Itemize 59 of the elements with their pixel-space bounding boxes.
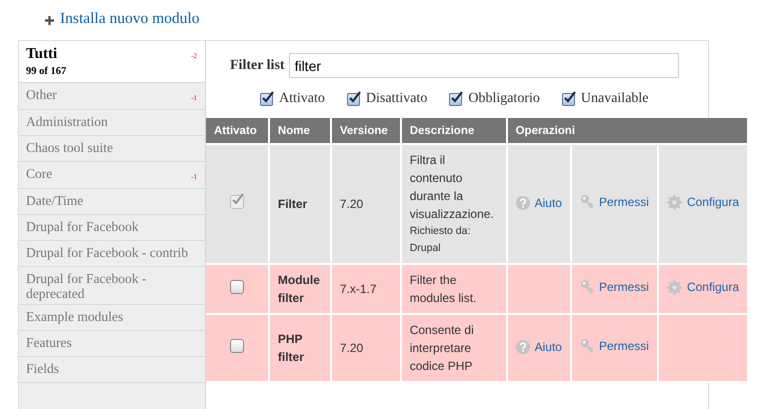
module-version: 7.x-1.7 (340, 282, 377, 296)
category-tab[interactable]: Example modules (19, 305, 205, 331)
module-version: 7.20 (340, 197, 364, 211)
category-label: Administration (26, 114, 108, 129)
category-tab[interactable]: Administration (19, 110, 205, 136)
key-icon (580, 338, 594, 354)
module-count: 99 of 167 (26, 65, 66, 79)
category-label: Drupal for Facebook - deprecated (26, 271, 148, 301)
category-tab[interactable]: Drupal for Facebook (19, 215, 205, 241)
module-name: Module filter (278, 273, 320, 305)
category-label: Chaos tool suite (26, 140, 113, 155)
column-header: Attivato (206, 118, 269, 144)
column-header: Versione (330, 118, 401, 144)
key-icon (580, 279, 594, 295)
filter-label: Filter list (230, 58, 285, 74)
checkbox[interactable] (562, 92, 575, 106)
category-label: Other (26, 87, 57, 102)
category-label: Drupal for Facebook - contrib (26, 245, 188, 260)
required-by-note: Richiesto da: Drupal (410, 224, 472, 256)
gear-icon (666, 194, 682, 210)
category-label: Fields (26, 361, 60, 376)
filter-field[interactable]: filter (288, 53, 679, 78)
module-name: Filter (278, 197, 308, 211)
checkbox-label: Obbligatorio (468, 91, 540, 107)
key-icon (580, 194, 594, 210)
checkbox[interactable] (449, 92, 462, 106)
category-label: Drupal for Facebook (26, 219, 138, 234)
category-tab[interactable]: Drupal for Facebook - deprecated (19, 267, 205, 305)
category-tab[interactable]: Fields (19, 357, 205, 383)
help-icon (516, 196, 530, 210)
checkbox-label: Unavailable (580, 91, 649, 107)
column-header: Descrizione (400, 118, 507, 144)
category-label: Date/Time (26, 193, 84, 208)
help-link[interactable]: Aiuto (516, 338, 562, 356)
column-header: Nome (268, 118, 331, 144)
checkbox-label: Disattivato (366, 91, 428, 107)
category-label: Core (26, 166, 52, 181)
checkbox[interactable] (230, 280, 244, 294)
install-module-link[interactable]: Installa nuovo modulo (60, 10, 200, 28)
category-tab[interactable]: Chaos tool suite (19, 136, 205, 162)
help-icon (516, 340, 530, 354)
column-header: Operazioni (506, 118, 748, 144)
module-description: Filtra il contenuto durante la visualizzazione. (410, 153, 494, 221)
category-label: Features (26, 335, 72, 350)
plus-icon (45, 16, 54, 25)
module-version: 7.20 (340, 341, 364, 355)
checkbox[interactable] (346, 92, 360, 106)
checkbox-label: Attivato (279, 91, 325, 107)
category-tab[interactable]: Date/Time (19, 189, 205, 215)
category-label: Tutti 99 of 167 (26, 47, 66, 79)
gear-icon (666, 280, 682, 295)
module-description: Consente di interpretare codice PHP (410, 323, 474, 373)
module-description: Filter the modules list. (410, 273, 476, 305)
category-label: Example modules (26, 309, 124, 324)
category-tab[interactable]: Drupal for Facebook - contrib (19, 241, 205, 267)
category-tab[interactable]: Features (19, 331, 205, 357)
checkbox[interactable] (260, 92, 273, 106)
module-name: PHP filter (278, 332, 304, 364)
checkbox[interactable] (230, 338, 244, 352)
